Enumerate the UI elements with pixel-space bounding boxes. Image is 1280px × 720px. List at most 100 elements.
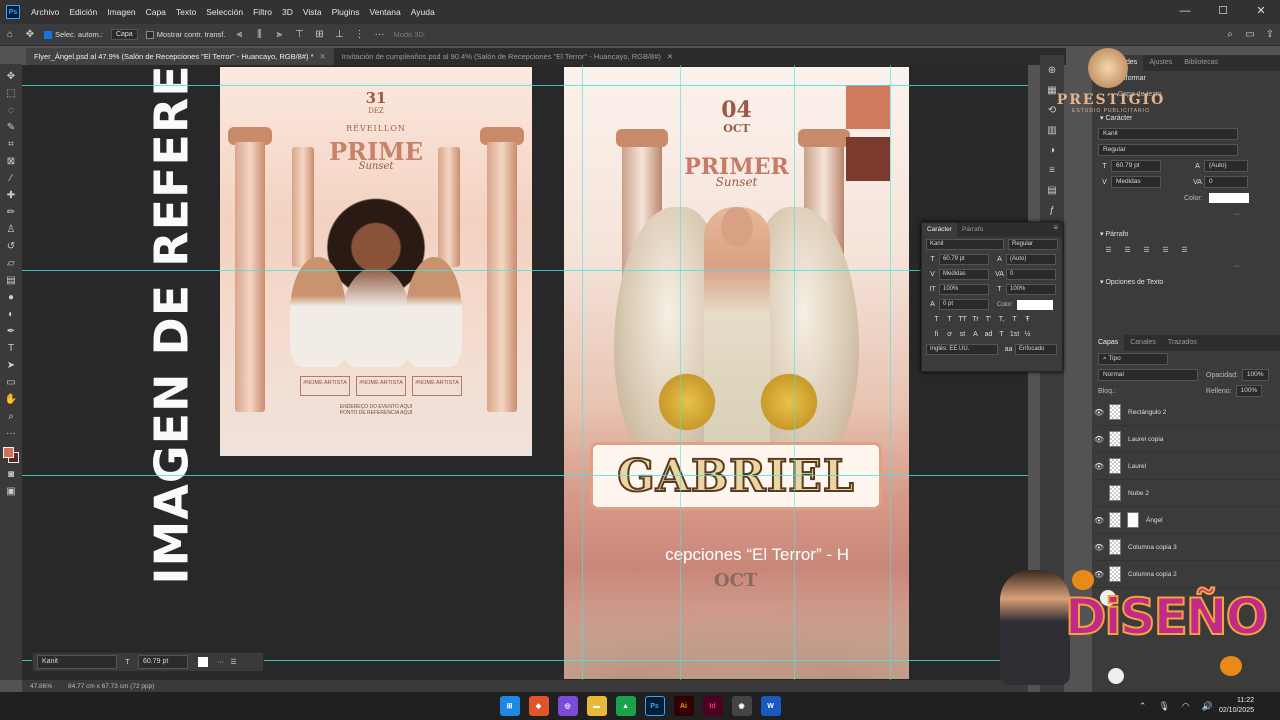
hand-tool-icon[interactable]: ✋ — [3, 392, 19, 408]
superscript-icon[interactable]: T' — [982, 316, 995, 323]
swash-icon[interactable]: A — [969, 331, 982, 338]
home-icon[interactable]: ⌂ — [3, 29, 17, 41]
microphone-icon[interactable]: 🎙 — [1158, 701, 1169, 712]
menu-archivo[interactable]: Archivo — [26, 7, 64, 17]
vertical-scale-input[interactable]: 100% — [939, 284, 989, 295]
volume-icon[interactable]: 🔊 — [1202, 701, 1213, 712]
opacity-input[interactable]: 100% — [1241, 369, 1269, 381]
dodge-tool-icon[interactable]: ◐ — [3, 307, 19, 323]
search-icon[interactable]: ⌕ — [1223, 29, 1237, 41]
layer-row[interactable]: 👁 Columna copia 3 — [1092, 534, 1280, 561]
blur-tool-icon[interactable]: ● — [3, 290, 19, 306]
layer-row[interactable]: 👁 Ángel — [1092, 507, 1280, 534]
small-caps-icon[interactable]: Tr — [969, 316, 982, 323]
leading-input[interactable]: (Auto) — [1006, 254, 1056, 265]
clock[interactable]: 11:22 02/10/2025 — [1219, 696, 1254, 716]
more-tools-icon[interactable]: ··· — [3, 426, 19, 442]
history-brush-icon[interactable]: ↺ — [3, 239, 19, 255]
type-tool-icon[interactable]: T — [3, 341, 19, 357]
tab-character[interactable]: Carácter — [922, 223, 957, 237]
kerning-select[interactable]: Medidas — [1111, 176, 1161, 188]
maximize-button[interactable]: ☐ — [1204, 0, 1242, 24]
menu-ventana[interactable]: Ventana — [365, 7, 406, 17]
settings-icon[interactable]: ☰ — [227, 658, 240, 666]
strikethrough-icon[interactable]: Ŧ — [1021, 316, 1034, 323]
layer-filter-select[interactable]: ⌕ Tipo — [1098, 353, 1168, 365]
layer-row[interactable]: 👁 Laurel copia — [1092, 426, 1280, 453]
align-top-icon[interactable]: ⊤ — [292, 29, 306, 41]
word-icon[interactable]: W — [760, 696, 781, 716]
tab-paragraph[interactable]: Párrafo — [957, 223, 988, 237]
kerning-select[interactable]: Medidas — [939, 269, 989, 280]
color-swatches[interactable] — [2, 446, 20, 466]
quick-select-tool-icon[interactable]: ✎ — [3, 120, 19, 136]
justify-icon[interactable]: ☰ — [1159, 246, 1172, 254]
more-options-icon[interactable]: ··· — [214, 659, 227, 666]
canvas-area[interactable]: IMAGEN DE REFERENCIA 31 DEZ RÉVEILLON PR… — [22, 65, 1028, 680]
shape-tool-icon[interactable]: ▭ — [3, 375, 19, 391]
excel-like-icon[interactable]: ▲ — [615, 696, 636, 716]
brave-icon[interactable]: ◆ — [528, 696, 549, 716]
layer-row[interactable]: 👁 Rectángulo 2 — [1092, 399, 1280, 426]
tab-layers[interactable]: Capas — [1092, 335, 1125, 351]
align-right-icon[interactable]: ⫸ — [272, 29, 286, 41]
align-center-icon[interactable]: ☰ — [1121, 246, 1134, 254]
foreground-color[interactable] — [3, 447, 14, 458]
font-family-select[interactable]: Kanit — [1098, 128, 1238, 140]
menu-imagen[interactable]: Imagen — [102, 7, 140, 17]
blend-mode-select[interactable]: Normal — [1098, 369, 1198, 381]
indesign-icon[interactable]: Id — [702, 696, 723, 716]
close-tab-icon[interactable]: ✕ — [320, 52, 326, 61]
tab-paths[interactable]: Trazados — [1162, 335, 1203, 351]
distribute-icon[interactable]: ⋮ — [352, 29, 366, 41]
brush-tool-icon[interactable]: ✏ — [3, 205, 19, 221]
antialias-select[interactable]: Enfocado — [1015, 344, 1057, 355]
text-color-swatch[interactable] — [198, 657, 208, 667]
subscript-icon[interactable]: T, — [995, 316, 1008, 323]
quick-mask-icon[interactable]: ◙ — [3, 467, 19, 483]
zoom-level[interactable]: 47.86% — [30, 683, 52, 690]
align-left-icon[interactable]: ⫷ — [232, 29, 246, 41]
eye-icon[interactable]: 👁 — [1092, 516, 1106, 525]
paths-icon[interactable]: ƒ — [1044, 203, 1060, 219]
titling-icon[interactable]: ad — [982, 331, 995, 338]
lasso-tool-icon[interactable]: ◌ — [3, 103, 19, 119]
text-options-section[interactable]: ▾ Opciones de Texto — [1092, 274, 1280, 290]
auto-select-checkbox[interactable]: Selec. autom.: — [44, 30, 103, 39]
faux-bold-icon[interactable]: T — [930, 316, 943, 323]
menu-capa[interactable]: Capa — [141, 7, 171, 17]
share-icon[interactable]: ⇪ — [1263, 29, 1277, 41]
close-tab-icon[interactable]: ✕ — [667, 52, 673, 61]
fill-input[interactable]: 100% — [1235, 385, 1263, 397]
tab-channels[interactable]: Canales — [1124, 335, 1162, 351]
font-family-select[interactable]: Kanit — [926, 239, 1004, 250]
eyedropper-tool-icon[interactable]: ⁄ — [3, 171, 19, 187]
venue-text-layer[interactable]: cepciones “El Terror” - H — [564, 545, 909, 565]
layers-icon[interactable]: ▤ — [1044, 183, 1060, 199]
pen-tool-icon[interactable]: ✒ — [3, 324, 19, 340]
stamp-tool-icon[interactable]: ♙ — [3, 222, 19, 238]
menu-seleccion[interactable]: Selección — [201, 7, 248, 17]
photoshop-icon[interactable]: Ps — [644, 696, 665, 716]
horizontal-scale-input[interactable]: 100% — [1006, 284, 1056, 295]
sliders-icon[interactable]: ≡ — [1044, 163, 1060, 179]
workspace-icon[interactable]: ▭ — [1243, 29, 1257, 41]
move-tool-icon[interactable]: ✥ — [23, 29, 37, 41]
faux-italic-icon[interactable]: T — [943, 316, 956, 323]
chevron-up-icon[interactable]: ⌃ — [1139, 701, 1147, 712]
show-transform-checkbox[interactable]: Mostrar contr. transf. — [145, 30, 225, 39]
justify-all-icon[interactable]: ☰ — [1178, 246, 1191, 254]
start-icon[interactable]: ⊞ — [499, 696, 520, 716]
ordinal-superscript-icon[interactable]: 1st — [1008, 331, 1021, 338]
auto-select-target-select[interactable]: Capa — [110, 29, 138, 40]
tracking-input[interactable]: 0 — [1006, 269, 1056, 280]
menu-3d[interactable]: 3D — [277, 7, 298, 17]
minimize-button[interactable]: — — [1166, 0, 1204, 24]
healing-tool-icon[interactable]: ✚ — [3, 188, 19, 204]
menu-texto[interactable]: Texto — [171, 7, 201, 17]
layer-row[interactable]: Nube 2 — [1092, 480, 1280, 507]
libraries-icon[interactable]: ▥ — [1044, 123, 1060, 139]
path-select-tool-icon[interactable]: ➤ — [3, 358, 19, 374]
align-left-icon[interactable]: ☰ — [1102, 246, 1115, 254]
language-select[interactable]: Inglés: EE.UU. — [926, 344, 998, 355]
